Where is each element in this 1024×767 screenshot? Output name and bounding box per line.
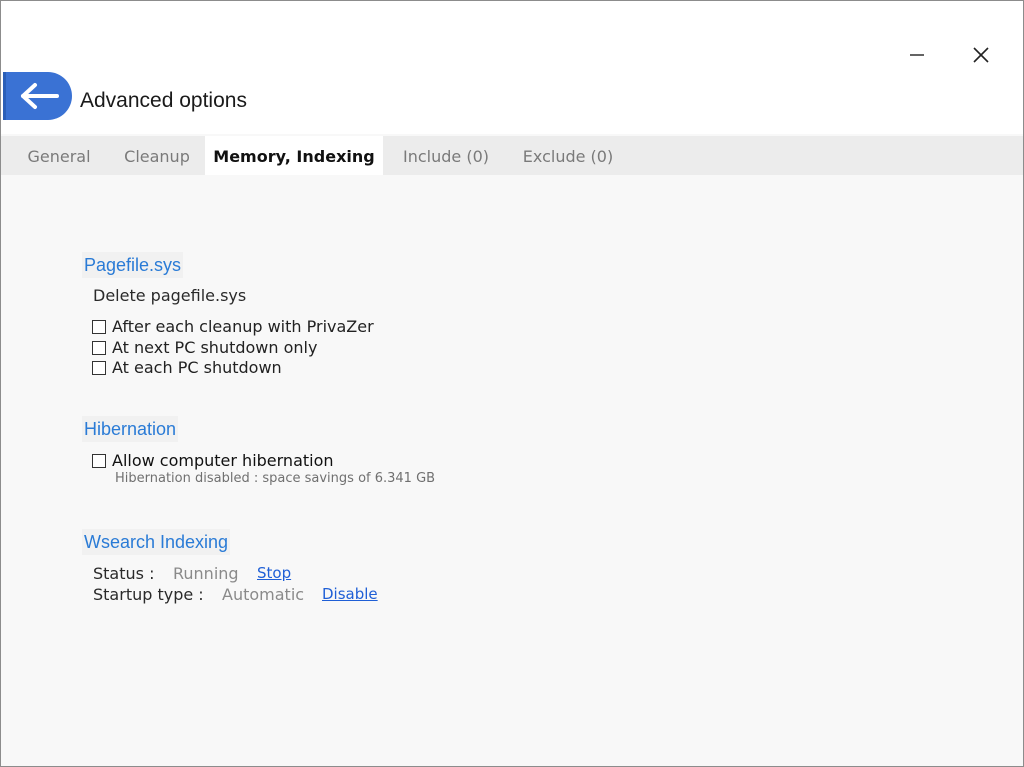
checkbox[interactable] xyxy=(92,340,106,355)
tab-exclude[interactable]: Exclude (0) xyxy=(515,136,621,175)
tab-general[interactable]: General xyxy=(19,136,99,175)
hibernation-note: Hibernation disabled : space savings of … xyxy=(115,471,436,486)
pagefile-subtitle: Delete pagefile.sys xyxy=(93,286,247,305)
hibernation-section-title: Hibernation xyxy=(82,416,179,442)
startup-type-label: Startup type : xyxy=(93,585,204,604)
pagefile-section-title: Pagefile.sys xyxy=(82,252,184,278)
title-bar: Advanced options xyxy=(1,1,1023,134)
minimize-icon xyxy=(910,54,924,56)
close-icon xyxy=(973,47,989,63)
page-title: Advanced options xyxy=(80,89,247,112)
option-label: Allow computer hibernation xyxy=(112,451,334,470)
stop-link[interactable]: Stop xyxy=(257,564,291,582)
checkbox[interactable] xyxy=(92,453,106,468)
disable-link[interactable]: Disable xyxy=(322,585,378,603)
option-label: After each cleanup with PrivaZer xyxy=(112,317,374,336)
checkbox[interactable] xyxy=(92,319,106,334)
tab-bar: General Cleanup Memory, Indexing Include… xyxy=(1,136,1023,175)
wsearch-section-title: Wsearch Indexing xyxy=(82,529,231,555)
option-label: At each PC shutdown xyxy=(112,358,282,377)
hibernation-option[interactable]: Allow computer hibernation xyxy=(92,451,334,470)
tab-include[interactable]: Include (0) xyxy=(397,136,495,175)
checkbox[interactable] xyxy=(92,360,106,375)
pagefile-option-next-shutdown[interactable]: At next PC shutdown only xyxy=(92,338,317,357)
option-label: At next PC shutdown only xyxy=(112,338,318,357)
tab-cleanup[interactable]: Cleanup xyxy=(113,136,201,175)
status-label: Status : xyxy=(93,564,155,583)
startup-type-value: Automatic xyxy=(222,585,305,604)
pagefile-option-each-shutdown[interactable]: At each PC shutdown xyxy=(92,358,282,377)
close-button[interactable] xyxy=(963,37,999,73)
arrow-left-icon xyxy=(20,83,59,109)
status-value: Running xyxy=(173,564,239,583)
tab-memory-indexing[interactable]: Memory, Indexing xyxy=(205,136,383,175)
minimize-button[interactable] xyxy=(899,37,935,73)
back-button[interactable] xyxy=(3,72,72,120)
advanced-options-window: Advanced options General Cleanup Memory,… xyxy=(0,0,1024,767)
pagefile-option-after-cleanup[interactable]: After each cleanup with PrivaZer xyxy=(92,317,374,336)
